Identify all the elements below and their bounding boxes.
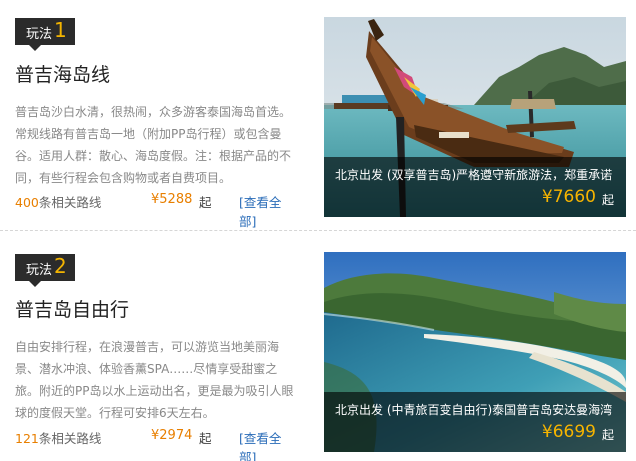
route-meta: 121条相关路线 ¥2974 起 [查看全部] bbox=[15, 428, 297, 461]
play-tag-label: 玩法 bbox=[26, 27, 53, 42]
photo-price: ¥6699 bbox=[541, 422, 596, 442]
related-routes-suffix: 条相关路线 bbox=[38, 195, 102, 210]
photo-price: ¥7660 bbox=[541, 187, 596, 207]
related-routes-count[interactable]: 400条相关路线 bbox=[15, 192, 101, 211]
photo-caption-bar: 北京出发 (双享普吉岛)严格遵守新旅游法，郑重承诺 ¥7660 起 bbox=[324, 157, 626, 217]
view-all-link[interactable]: [查看全部] bbox=[239, 428, 297, 461]
route-meta: 400条相关路线 ¥5288 起 [查看全部] bbox=[15, 192, 297, 229]
related-routes-number: 121 bbox=[15, 431, 39, 446]
route-photo[interactable]: 北京出发 (双享普吉岛)严格遵守新旅游法，郑重承诺 ¥7660 起 bbox=[324, 17, 626, 217]
photo-price-from-label: 起 bbox=[601, 193, 614, 207]
route-title[interactable]: 普吉海岛线 bbox=[15, 60, 110, 87]
route-card-2: 玩法 2 普吉岛自由行 自由安排行程，在浪漫普吉，可以游览当地美丽海景、潜水冲浪… bbox=[0, 232, 636, 461]
route-description: 自由安排行程，在浪漫普吉，可以游览当地美丽海景、潜水冲浪、体验香薰SPA……尽情… bbox=[15, 340, 294, 420]
route-title[interactable]: 普吉岛自由行 bbox=[15, 295, 129, 322]
play-tag-number: 2 bbox=[54, 254, 67, 278]
photo-caption[interactable]: 北京出发 (中青旅百变自由行)泰国普吉岛安达曼海湾 bbox=[335, 401, 620, 418]
price-from-label: 起 bbox=[199, 431, 212, 446]
route-card-1: 玩法 1 普吉海岛线 普吉岛沙白水清，很热闹，众多游客泰国海岛首选。常规线路有普… bbox=[0, 0, 636, 230]
play-tag: 玩法 2 bbox=[15, 254, 75, 287]
route-price: ¥5288 bbox=[151, 192, 193, 207]
price-from-label: 起 bbox=[199, 195, 212, 210]
related-routes-suffix: 条相关路线 bbox=[38, 431, 102, 446]
route-description: 普吉岛沙白水清，很热闹，众多游客泰国海岛首选。常规线路有普吉岛一地（附加PP岛行… bbox=[15, 105, 292, 185]
play-tag-number: 1 bbox=[54, 18, 67, 42]
photo-price-from-label: 起 bbox=[601, 428, 614, 442]
related-routes-number: 400 bbox=[15, 195, 39, 210]
play-tag: 玩法 1 bbox=[15, 18, 75, 51]
card-divider bbox=[0, 230, 636, 231]
view-all-link[interactable]: [查看全部] bbox=[239, 192, 297, 230]
photo-caption[interactable]: 北京出发 (双享普吉岛)严格遵守新旅游法，郑重承诺 bbox=[335, 166, 620, 183]
related-routes-count[interactable]: 121条相关路线 bbox=[15, 428, 101, 447]
route-photo[interactable]: 北京出发 (中青旅百变自由行)泰国普吉岛安达曼海湾 ¥6699 起 bbox=[324, 252, 626, 452]
route-price: ¥2974 bbox=[151, 428, 193, 443]
photo-caption-bar: 北京出发 (中青旅百变自由行)泰国普吉岛安达曼海湾 ¥6699 起 bbox=[324, 392, 626, 452]
play-tag-label: 玩法 bbox=[26, 263, 53, 278]
